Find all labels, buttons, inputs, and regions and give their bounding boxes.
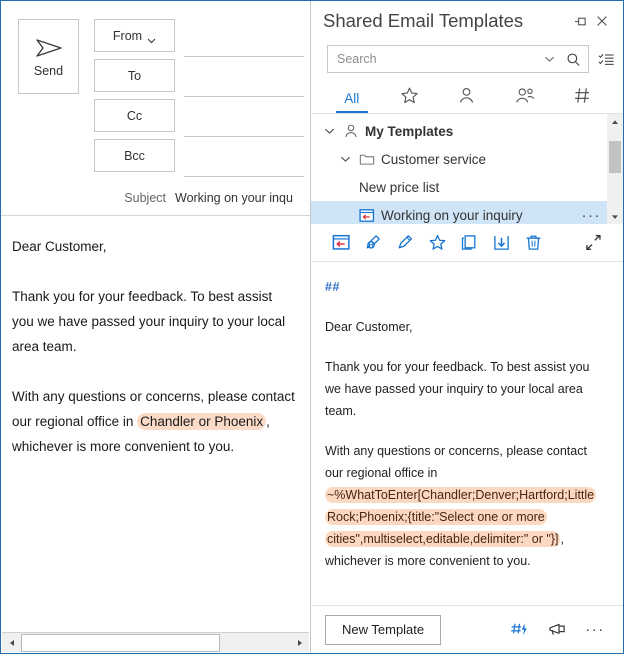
folder-icon [359,152,375,167]
copy-icon[interactable] [453,228,485,258]
horizontal-scrollbar[interactable] [2,632,309,652]
tree-item-working-on-your-inquiry[interactable]: Working on your inquiry ··· [311,201,607,224]
inserted-cities-highlight: Chandler or Phoenix [137,413,267,430]
address-buttons: From To Cc Bcc [94,19,175,179]
bcc-field[interactable] [184,137,304,177]
subject-row: Subject Working on your inqu [1,183,310,213]
edit-icon[interactable] [389,228,421,258]
preview-paragraph-2: With any questions or concerns, please c… [325,440,607,572]
new-template-button[interactable]: New Template [325,614,442,645]
application-window: Send From To Cc Bcc Subject Working on y… [0,0,624,654]
subject-input[interactable]: Working on your inqu [175,191,293,205]
bcc-button[interactable]: Bcc [94,139,175,172]
vertical-scroll-track[interactable] [607,129,623,209]
tree-item-label: Working on your inquiry [381,207,523,223]
send-button-label: Send [33,63,64,78]
tree-vertical-scrollbar[interactable] [607,114,623,224]
tab-my-templates[interactable] [438,83,496,113]
tree-item-new-price-list[interactable]: New price list [311,173,607,201]
megaphone-icon[interactable] [543,617,571,643]
magnifier-icon[interactable] [564,50,582,68]
people-icon [514,86,536,110]
checklist-icon[interactable] [597,50,615,68]
cc-button[interactable]: Cc [94,99,175,132]
hash-lightning-icon[interactable] [505,617,533,643]
tab-favorites[interactable] [381,83,439,113]
tree-item-label: Customer service [381,151,487,167]
person-icon [457,86,476,110]
favorite-star-icon[interactable] [421,228,453,258]
send-button[interactable]: Send [18,19,79,94]
bcc-button-label: Bcc [124,148,145,163]
whattoenter-macro: ~%WhatToEnter[Chandler;Denver;Hartford;L… [325,487,597,547]
chevron-down-icon[interactable] [337,155,353,163]
horizontal-scroll-thumb[interactable] [21,633,221,652]
shared-email-templates-panel: Shared Email Templates Search All My Tem… [311,1,623,653]
chevron-down-icon [147,33,156,43]
horizontal-scroll-track[interactable] [21,633,290,652]
expand-icon[interactable] [577,228,609,258]
preview-hashes: ## [325,280,340,294]
templates-tree-wrapper: My Templates Customer service New price … [311,114,623,224]
panel-title-bar: Shared Email Templates [311,1,623,41]
panel-title: Shared Email Templates [323,10,524,31]
scroll-right-arrow[interactable] [290,633,309,652]
template-toolbar [311,224,623,262]
hash-icon [573,86,592,110]
email-body[interactable]: Dear Customer, Thank you for your feedba… [1,216,310,459]
vertical-scroll-thumb[interactable] [609,141,621,173]
delete-icon[interactable] [517,228,549,258]
tab-all[interactable]: All [323,83,381,113]
body-paragraph-2: With any questions or concerns, please c… [12,384,296,459]
insert-as-link-icon[interactable] [357,228,389,258]
template-more-options-icon[interactable]: ··· [582,207,602,224]
cc-button-label: Cc [126,108,143,123]
tab-all-label: All [344,90,360,106]
scroll-left-arrow[interactable] [2,633,21,652]
recipient-fields [184,19,304,177]
tree-item-customer-service[interactable]: Customer service [311,145,607,173]
body-greeting: Dear Customer, [12,239,107,254]
from-button[interactable]: From [94,19,175,52]
scroll-down-arrow[interactable] [607,209,623,224]
close-icon[interactable] [591,10,613,32]
compose-header: Send From To Cc Bcc Subject Working on y… [1,1,310,215]
preview-p2-before: With any questions or concerns, please c… [325,444,587,480]
preview-greeting: Dear Customer, [325,320,413,334]
filter-tabs: All [311,77,623,114]
from-button-label: From [112,28,143,43]
chevron-down-icon[interactable] [321,127,337,135]
search-row [311,41,623,77]
tab-team-templates[interactable] [496,83,554,113]
scroll-up-arrow[interactable] [607,114,623,129]
paper-plane-icon [33,36,65,60]
pin-icon[interactable] [569,10,591,32]
panel-footer: New Template ··· [311,605,623,653]
to-field[interactable] [184,57,304,97]
to-button-label: To [127,68,142,83]
cc-field[interactable] [184,97,304,137]
star-icon [400,86,419,110]
tree-item-my-templates[interactable]: My Templates [311,117,607,145]
search-box[interactable] [327,45,589,73]
body-paragraph-1: Thank you for your feedback. To best ass… [12,289,286,354]
email-compose-pane: Send From To Cc Bcc Subject Working on y… [1,1,311,653]
preview-paragraph-1: Thank you for your feedback. To best ass… [325,360,590,418]
insert-template-icon[interactable] [325,228,357,258]
person-icon [343,123,359,139]
more-options-icon[interactable]: ··· [581,617,609,643]
to-button[interactable]: To [94,59,175,92]
template-preview[interactable]: ## Dear Customer, Thank you for your fee… [311,262,623,605]
tab-tags[interactable] [553,83,611,113]
templates-tree: My Templates Customer service New price … [311,114,607,224]
tree-item-label: New price list [359,179,440,195]
search-input[interactable] [337,52,534,66]
chevron-down-icon[interactable] [540,50,558,68]
tree-item-label: My Templates [365,123,454,139]
from-field[interactable] [184,19,304,57]
save-icon[interactable] [485,228,517,258]
subject-label: Subject [124,191,166,205]
template-insert-icon [359,208,375,223]
